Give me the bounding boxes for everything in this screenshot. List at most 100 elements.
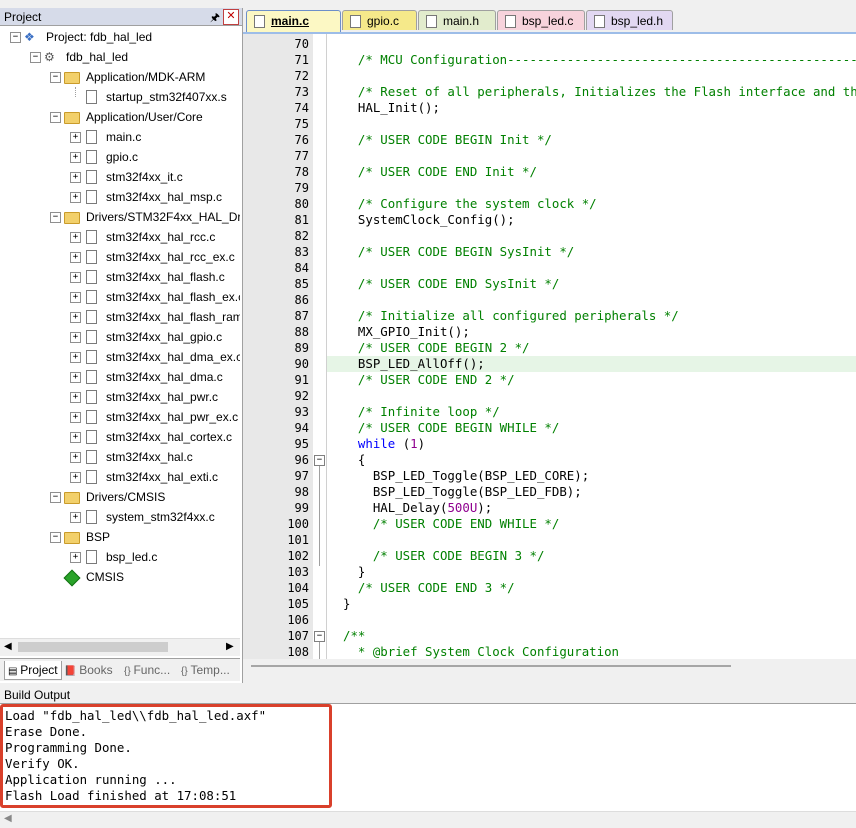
- expand-icon[interactable]: +: [70, 352, 81, 363]
- editor-tab-bsp_led-c[interactable]: bsp_led.c: [497, 10, 585, 30]
- tab-project[interactable]: ▤ Project: [4, 661, 62, 680]
- tree-item[interactable]: CMSIS: [0, 567, 240, 587]
- scroll-right-icon[interactable]: ▶: [226, 641, 234, 652]
- fold-collapse-icon[interactable]: −: [314, 455, 325, 466]
- tab-func[interactable]: {} Func...: [124, 661, 170, 679]
- tree-item[interactable]: + stm32f4xx_hal_rcc.c: [0, 227, 240, 247]
- code-line[interactable]: BSP_LED_Toggle(BSP_LED_CORE);: [343, 468, 589, 484]
- code-line[interactable]: /* USER CODE END SysInit */: [343, 276, 559, 292]
- code-line[interactable]: /* USER CODE BEGIN 2 */: [343, 340, 530, 356]
- expand-icon[interactable]: +: [70, 332, 81, 343]
- code-line[interactable]: /* USER CODE BEGIN Init */: [343, 132, 552, 148]
- expand-icon[interactable]: +: [70, 292, 81, 303]
- code-line[interactable]: /* Reset of all peripherals, Initializes…: [343, 84, 856, 100]
- editor-tab-gpio-c[interactable]: gpio.c: [342, 10, 417, 30]
- expand-icon[interactable]: +: [70, 392, 81, 403]
- tree-item[interactable]: + main.c: [0, 127, 240, 147]
- code-line[interactable]: BSP_LED_AllOff();: [343, 356, 485, 372]
- tree-item[interactable]: − Application/User/Core: [0, 107, 240, 127]
- tree-item[interactable]: + system_stm32f4xx.c: [0, 507, 240, 527]
- collapse-icon[interactable]: −: [50, 72, 61, 83]
- tree-item[interactable]: + stm32f4xx_hal_flash.c: [0, 267, 240, 287]
- code-line[interactable]: SystemClock_Config();: [343, 212, 515, 228]
- expand-icon[interactable]: +: [70, 372, 81, 383]
- expand-icon[interactable]: +: [70, 412, 81, 423]
- collapse-icon[interactable]: −: [50, 212, 61, 223]
- expand-icon[interactable]: +: [70, 512, 81, 523]
- tree-item[interactable]: − ❖ Project: fdb_hal_led: [0, 27, 240, 47]
- code-line[interactable]: /* Infinite loop */: [343, 404, 500, 420]
- build-output-scrollbar[interactable]: ◀: [0, 811, 856, 828]
- tree-item[interactable]: + stm32f4xx_hal_pwr_ex.c: [0, 407, 240, 427]
- code-line[interactable]: }: [343, 596, 350, 612]
- collapse-icon[interactable]: −: [30, 52, 41, 63]
- tree-item[interactable]: + stm32f4xx_hal_pwr.c: [0, 387, 240, 407]
- expand-icon[interactable]: +: [70, 172, 81, 183]
- tree-item[interactable]: + stm32f4xx_hal_dma_ex.c: [0, 347, 240, 367]
- code-line[interactable]: {: [343, 452, 365, 468]
- code-line[interactable]: /* Configure the system clock */: [343, 196, 597, 212]
- code-line[interactable]: /* USER CODE END Init */: [343, 164, 537, 180]
- code-line[interactable]: }: [343, 564, 365, 580]
- scroll-left-icon[interactable]: ◀: [4, 641, 12, 652]
- code-line[interactable]: HAL_Delay(500U);: [343, 500, 492, 516]
- tree-item[interactable]: + stm32f4xx_hal_msp.c: [0, 187, 240, 207]
- expand-icon[interactable]: +: [70, 452, 81, 463]
- expand-icon[interactable]: +: [70, 232, 81, 243]
- code-line[interactable]: /* USER CODE END 2 */: [343, 372, 515, 388]
- tab-temp[interactable]: {} Temp...: [181, 661, 230, 679]
- expand-icon[interactable]: +: [70, 152, 81, 163]
- tree-item[interactable]: + stm32f4xx_hal_exti.c: [0, 467, 240, 487]
- tree-item[interactable]: + gpio.c: [0, 147, 240, 167]
- tree-item[interactable]: + stm32f4xx_hal_flash_ramf: [0, 307, 240, 327]
- expand-icon[interactable]: +: [70, 272, 81, 283]
- tree-item[interactable]: − Application/MDK-ARM: [0, 67, 240, 87]
- tree-item[interactable]: − Drivers/CMSIS: [0, 487, 240, 507]
- collapse-icon[interactable]: −: [50, 492, 61, 503]
- code-line[interactable]: while (1): [343, 436, 425, 452]
- code-line[interactable]: /* USER CODE BEGIN WHILE */: [343, 420, 559, 436]
- collapse-icon[interactable]: −: [50, 112, 61, 123]
- tree-item[interactable]: + stm32f4xx_it.c: [0, 167, 240, 187]
- tree-item[interactable]: + stm32f4xx_hal_flash_ex.c: [0, 287, 240, 307]
- expand-icon[interactable]: +: [70, 472, 81, 483]
- editor-tab-bsp_led-h[interactable]: bsp_led.h: [586, 10, 673, 30]
- code-line[interactable]: /* USER CODE BEGIN 3 */: [343, 548, 545, 564]
- tree-item[interactable]: − ⚙ fdb_hal_led: [0, 47, 240, 67]
- code-line[interactable]: HAL_Init();: [343, 100, 440, 116]
- tree-item[interactable]: + stm32f4xx_hal_gpio.c: [0, 327, 240, 347]
- close-icon[interactable]: ✕: [223, 9, 239, 25]
- tree-item[interactable]: + stm32f4xx_hal_rcc_ex.c: [0, 247, 240, 267]
- code-line[interactable]: MX_GPIO_Init();: [343, 324, 470, 340]
- expand-icon[interactable]: +: [70, 312, 81, 323]
- code-line[interactable]: BSP_LED_Toggle(BSP_LED_FDB);: [343, 484, 582, 500]
- code-line[interactable]: /* USER CODE END WHILE */: [343, 516, 560, 532]
- editor-tab-main-c[interactable]: main.c: [246, 10, 341, 32]
- fold-collapse-icon[interactable]: −: [314, 631, 325, 642]
- tree-item[interactable]: + stm32f4xx_hal_dma.c: [0, 367, 240, 387]
- code-line[interactable]: /* USER CODE BEGIN SysInit */: [343, 244, 574, 260]
- expand-icon[interactable]: +: [70, 432, 81, 443]
- tree-item[interactable]: − Drivers/STM32F4xx_HAL_Driv: [0, 207, 240, 227]
- tree-item[interactable]: startup_stm32f407xx.s: [0, 87, 240, 107]
- collapse-icon[interactable]: −: [50, 532, 61, 543]
- code-line[interactable]: /* Initialize all configured peripherals…: [343, 308, 679, 324]
- tab-books[interactable]: 📕 Books: [64, 661, 113, 679]
- editor-tab-main-h[interactable]: main.h: [418, 10, 496, 30]
- expand-icon[interactable]: +: [70, 252, 81, 263]
- tree-item[interactable]: + stm32f4xx_hal.c: [0, 447, 240, 467]
- scroll-left-icon[interactable]: ◀: [4, 813, 12, 824]
- expand-icon[interactable]: +: [70, 552, 81, 563]
- scrollbar-thumb[interactable]: [251, 665, 731, 667]
- tree-item[interactable]: + bsp_led.c: [0, 547, 240, 567]
- code-editor[interactable]: 70 71 /* MCU Configuration---------------…: [243, 32, 856, 661]
- editor-horizontal-scrollbar[interactable]: [243, 659, 856, 676]
- expand-icon[interactable]: +: [70, 132, 81, 143]
- tree-item[interactable]: − BSP: [0, 527, 240, 547]
- expand-icon[interactable]: +: [70, 192, 81, 203]
- code-line[interactable]: /* MCU Configuration--------------------…: [343, 52, 856, 68]
- collapse-icon[interactable]: −: [10, 32, 21, 43]
- code-line[interactable]: /**: [343, 628, 365, 644]
- project-horizontal-scrollbar[interactable]: ◀ ▶: [0, 638, 240, 656]
- scrollbar-thumb[interactable]: [18, 642, 168, 652]
